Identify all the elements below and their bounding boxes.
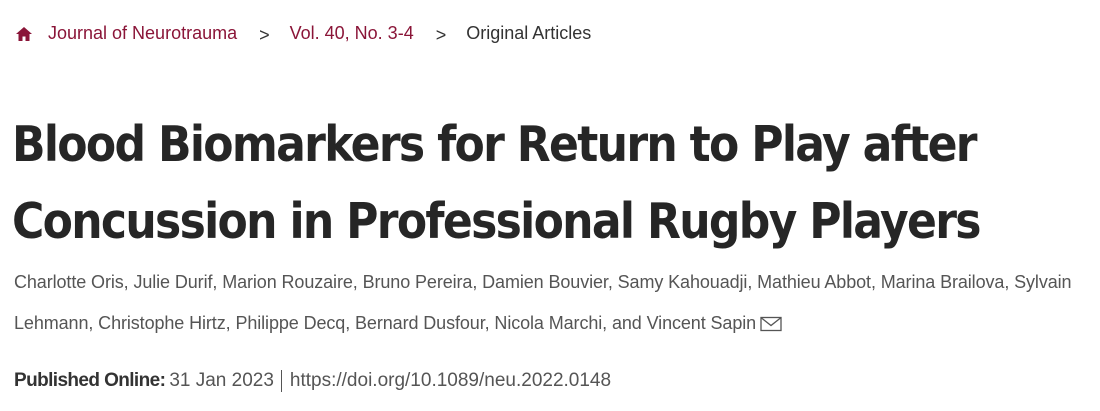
author-separator: , <box>472 272 483 292</box>
breadcrumb-separator: > <box>259 24 270 45</box>
author-separator: , <box>1004 272 1015 292</box>
publication-info: Published Online: 31 Jan 2023 https://do… <box>14 370 611 392</box>
breadcrumb-journal-link[interactable]: Journal of Neurotrauma <box>14 22 237 44</box>
author-link[interactable]: Bruno Pereira <box>363 272 473 292</box>
author-separator: , and <box>602 313 647 333</box>
author-separator: , <box>484 313 495 333</box>
author-link[interactable]: Mathieu Abbot <box>757 272 871 292</box>
published-online-label: Published Online: <box>14 370 166 391</box>
author-link[interactable]: Charlotte Oris <box>14 272 124 292</box>
author-link[interactable]: Christophe Hirtz <box>98 313 226 333</box>
author-link[interactable]: Samy Kahouadji <box>618 272 748 292</box>
author-link[interactable]: Philippe Decq <box>235 313 345 333</box>
author-link[interactable]: Vincent Sapin <box>647 313 757 333</box>
breadcrumb-issue-link[interactable]: Vol. 40, No. 3-4 <box>290 23 414 44</box>
author-link[interactable]: Bernard Dusfour <box>355 313 485 333</box>
author-separator: , <box>747 272 758 292</box>
author-separator: , <box>212 272 223 292</box>
author-link[interactable]: Nicola Marchi <box>494 313 602 333</box>
author-link[interactable]: Marina Brailova <box>881 272 1005 292</box>
author-names: Charlotte Oris, Julie Durif, Marion Rouz… <box>14 272 1072 333</box>
breadcrumb-separator: > <box>435 24 447 45</box>
published-date: 31 Jan 2023 <box>169 370 274 391</box>
breadcrumb: Journal of Neurotrauma > Vol. 40, No. 3-… <box>14 18 591 48</box>
article-title: Blood Biomarkers for Return to Play afte… <box>12 116 982 250</box>
author-separator: , <box>123 272 134 292</box>
author-list: Charlotte Oris, Julie Durif, Marion Rouz… <box>14 262 1094 344</box>
breadcrumb-current-section: Original Articles <box>466 22 592 43</box>
author-link[interactable]: Julie Durif <box>133 272 212 292</box>
author-separator: , <box>870 272 881 292</box>
divider <box>280 370 282 392</box>
author-link[interactable]: Damien Bouvier <box>482 272 608 292</box>
author-link[interactable]: Marion Rouzaire <box>222 272 353 292</box>
home-icon <box>14 24 34 44</box>
breadcrumb-journal-label: Journal of Neurotrauma <box>48 22 238 43</box>
author-separator: , <box>352 272 363 292</box>
author-separator: , <box>88 313 99 333</box>
mail-icon[interactable] <box>760 306 782 332</box>
author-separator: , <box>225 313 236 333</box>
author-separator: , <box>607 272 618 292</box>
author-separator: , <box>345 313 356 333</box>
doi-link[interactable]: https://doi.org/10.1089/neu.2022.0148 <box>290 370 611 392</box>
